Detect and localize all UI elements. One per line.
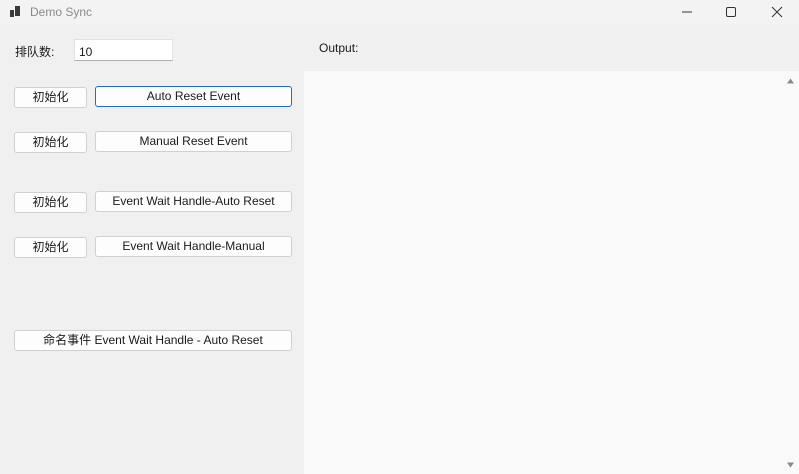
scroll-up-icon[interactable]: [787, 78, 794, 84]
queue-count-input[interactable]: [74, 39, 173, 61]
maximize-icon: [726, 7, 736, 17]
auto-reset-event-button[interactable]: Auto Reset Event: [95, 86, 292, 107]
event-wait-handle-auto-reset-button[interactable]: Event Wait Handle-Auto Reset: [95, 191, 292, 212]
maximize-button[interactable]: [708, 0, 754, 24]
minimize-button[interactable]: [664, 0, 710, 24]
close-button[interactable]: [754, 0, 799, 24]
event-wait-handle-manual-button[interactable]: Event Wait Handle-Manual: [95, 236, 292, 257]
init-button-wait-handle-auto[interactable]: 初始化: [14, 192, 87, 213]
init-button-wait-handle-manual[interactable]: 初始化: [14, 237, 87, 258]
close-icon: [771, 6, 783, 18]
minimize-icon: [682, 11, 692, 13]
app-icon: [10, 6, 21, 17]
init-button-auto-reset[interactable]: 初始化: [14, 87, 87, 108]
queue-count-label: 排队数:: [15, 45, 55, 59]
named-event-wait-handle-button[interactable]: 命名事件 Event Wait Handle - Auto Reset: [14, 330, 292, 351]
window-title: Demo Sync: [30, 5, 93, 19]
output-label: Output:: [319, 41, 359, 55]
init-button-manual-reset[interactable]: 初始化: [14, 132, 87, 153]
vertical-scrollbar[interactable]: [782, 71, 799, 474]
title-bar: Demo Sync: [0, 0, 799, 24]
output-textarea[interactable]: [304, 71, 799, 474]
manual-reset-event-button[interactable]: Manual Reset Event: [95, 131, 292, 152]
scroll-down-icon[interactable]: [787, 462, 794, 468]
